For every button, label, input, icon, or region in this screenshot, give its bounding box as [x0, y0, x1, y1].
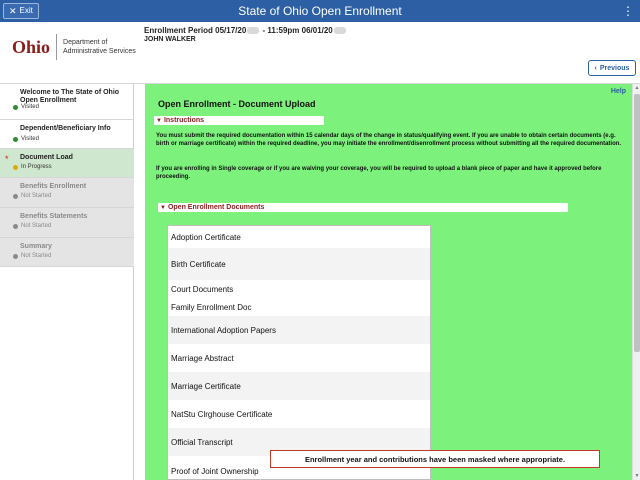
- step-label: Benefits Statements: [20, 213, 88, 220]
- triangle-down-icon: ▼: [156, 117, 162, 124]
- step-status-row: Not Started: [13, 223, 51, 229]
- triangle-down-icon: ▼: [160, 204, 166, 211]
- documents-header[interactable]: ▼ Open Enrollment Documents: [158, 203, 568, 212]
- in-progress-dot-icon: [13, 164, 18, 170]
- exit-label: Exit: [19, 6, 33, 15]
- logo-department: Department of Administrative Services: [63, 39, 136, 55]
- instructions-paragraph-2: If you are enrolling in Single coverage …: [156, 166, 602, 180]
- current-step-star-icon: *: [5, 154, 9, 164]
- step-label: Dependent/Beneficiary Info: [20, 125, 111, 132]
- list-item[interactable]: Court Documents: [168, 280, 430, 298]
- period-start: Enrollment Period 05/17/20: [144, 26, 247, 35]
- step-status-row: Visited: [13, 104, 39, 110]
- step-status-row: Not Started: [13, 193, 51, 199]
- sidebar-item-benefits-enrollment: Benefits Enrollment Not Started: [0, 178, 134, 208]
- step-status: Not Started: [21, 223, 52, 229]
- not-started-dot-icon: [13, 223, 18, 229]
- previous-button[interactable]: ‹ Previous: [588, 60, 636, 76]
- documents-list: Adoption Certificate Birth Certificate C…: [167, 225, 431, 480]
- list-item[interactable]: NatStu Clrghouse Certificate: [168, 400, 430, 428]
- step-label: Welcome to The State of Ohio Open Enroll…: [20, 89, 120, 104]
- masking-notice: Enrollment year and contributions have b…: [270, 450, 600, 468]
- period-end: - 11:59pm 06/01/20: [260, 26, 333, 35]
- chevron-left-icon: ‹: [594, 64, 597, 72]
- list-item[interactable]: International Adoption Papers: [168, 316, 430, 344]
- step-label: Document Load: [20, 154, 73, 161]
- exit-button[interactable]: ✕ Exit: [3, 3, 39, 19]
- masked-year-1: [247, 27, 260, 35]
- step-status-row: Visited: [13, 136, 39, 142]
- help-link[interactable]: Help: [611, 88, 626, 95]
- list-item[interactable]: Marriage Certificate: [168, 372, 430, 400]
- page-title: Open Enrollment - Document Upload: [158, 99, 316, 109]
- sidebar-item-welcome[interactable]: Welcome to The State of Ohio Open Enroll…: [0, 84, 134, 120]
- previous-label: Previous: [599, 64, 630, 72]
- sidebar-item-benefits-statements: Benefits Statements Not Started: [0, 208, 134, 238]
- page-header: Ohio Department of Administrative Servic…: [0, 22, 640, 84]
- list-item[interactable]: Birth Certificate: [168, 248, 430, 280]
- ohio-logo: Ohio Department of Administrative Servic…: [12, 34, 149, 60]
- user-name: JOHN WALKER: [144, 36, 196, 43]
- list-item[interactable]: Family Enrollment Doc: [168, 298, 430, 316]
- logo-divider: [56, 34, 58, 60]
- close-icon: ✕: [9, 6, 17, 16]
- step-status-row: Not Started: [13, 253, 51, 259]
- step-status: Visited: [21, 136, 39, 142]
- step-label: Summary: [20, 243, 52, 250]
- not-started-dot-icon: [13, 253, 18, 259]
- top-bar: State of Ohio Open Enrollment ✕ Exit ⋮: [0, 0, 640, 22]
- step-status: Visited: [21, 104, 39, 110]
- masked-year-2: [333, 27, 346, 35]
- logo-wordmark: Ohio: [12, 36, 51, 57]
- scroll-down-arrow-icon[interactable]: ▼: [633, 472, 640, 480]
- documents-label: Open Enrollment Documents: [167, 204, 265, 211]
- instructions-header[interactable]: ▼ Instructions: [154, 116, 324, 125]
- step-label: Benefits Enrollment: [20, 183, 87, 190]
- step-status: Not Started: [21, 253, 52, 259]
- main-content: Help Open Enrollment - Document Upload ▼…: [145, 84, 632, 480]
- sidebar-item-document-load[interactable]: * Document Load In Progress: [0, 149, 134, 178]
- sidebar-item-dependent-info[interactable]: Dependent/Beneficiary Info Visited: [0, 120, 134, 149]
- list-item[interactable]: Adoption Certificate: [168, 226, 430, 248]
- visited-dot-icon: [13, 104, 18, 110]
- kebab-menu-icon[interactable]: ⋮: [622, 4, 634, 18]
- instructions-paragraph-1: You must submit the required documentati…: [156, 133, 622, 147]
- step-status: In Progress: [21, 164, 52, 170]
- step-sidebar: Welcome to The State of Ohio Open Enroll…: [0, 84, 134, 480]
- sidebar-item-summary: Summary Not Started: [0, 238, 134, 267]
- app-title: State of Ohio Open Enrollment: [238, 4, 402, 18]
- not-started-dot-icon: [13, 193, 18, 199]
- list-item[interactable]: Marriage Abstract: [168, 344, 430, 372]
- instructions-label: Instructions: [163, 117, 205, 124]
- scroll-up-arrow-icon[interactable]: ▲: [633, 84, 640, 92]
- scrollbar-thumb[interactable]: [634, 94, 640, 352]
- step-status-row: In Progress: [13, 164, 52, 170]
- enrollment-period: Enrollment Period 05/17/20 - 11:59pm 06/…: [144, 26, 347, 35]
- visited-dot-icon: [13, 136, 18, 142]
- vertical-scrollbar[interactable]: ▲ ▼: [632, 84, 640, 480]
- step-status: Not Started: [21, 193, 52, 199]
